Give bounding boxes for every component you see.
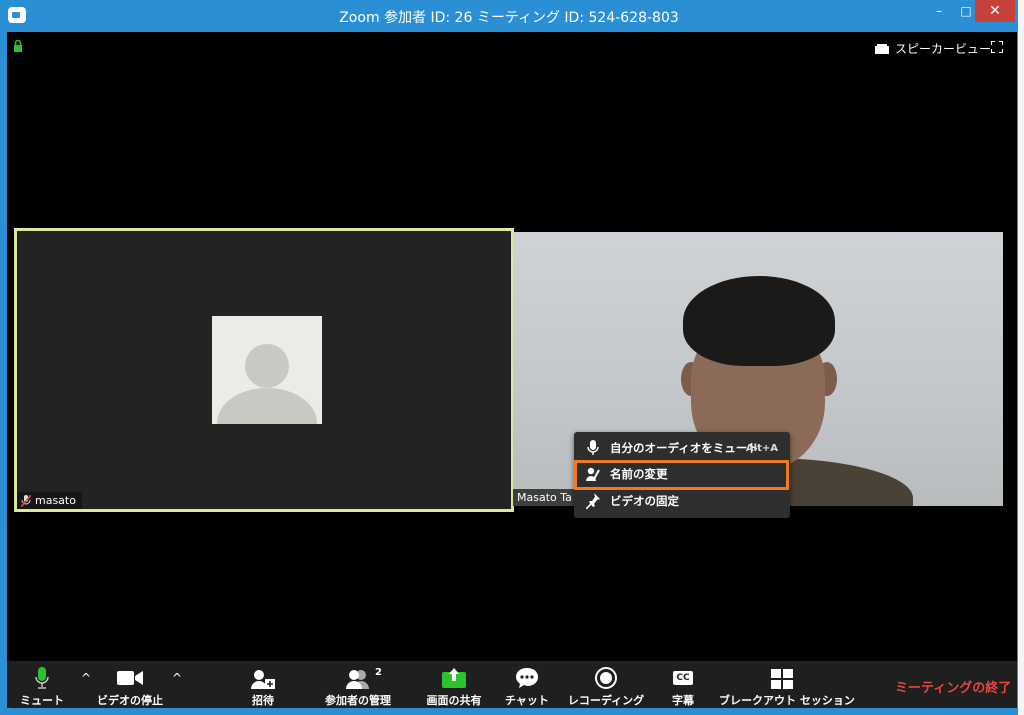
record-icon xyxy=(595,667,617,689)
lock-icon[interactable] xyxy=(13,40,23,52)
participant-name-label: masato xyxy=(17,492,82,509)
stop-video-button[interactable]: ビデオの停止 xyxy=(95,661,165,708)
participants-icon xyxy=(346,670,369,689)
captions-button[interactable]: CC 字幕 xyxy=(663,661,703,708)
fullscreen-icon[interactable] xyxy=(991,41,1003,53)
video-camera-icon xyxy=(117,671,143,685)
invite-user-icon xyxy=(251,670,275,689)
chat-bubble-icon xyxy=(516,668,538,688)
video-options-chevron-up-icon[interactable]: ^ xyxy=(172,671,182,685)
share-screen-icon xyxy=(442,668,466,688)
participant-name: masato xyxy=(35,494,76,507)
microphone-icon xyxy=(587,440,599,455)
title-bar: Zoom 参加者 ID: 26 ミーティング ID: 524-628-803 –… xyxy=(0,0,1018,32)
window-title: Zoom 参加者 ID: 26 ミーティング ID: 524-628-803 xyxy=(339,10,679,26)
pin-icon xyxy=(586,493,600,509)
mute-button[interactable]: ミュート xyxy=(15,661,69,708)
share-screen-button[interactable]: 画面の共有 xyxy=(417,661,491,708)
end-meeting-button[interactable]: ミーティングの終了 xyxy=(895,677,1011,696)
menu-item-pin-video[interactable]: ビデオの固定 xyxy=(574,488,790,514)
zoom-window: Zoom 参加者 ID: 26 ミーティング ID: 524-628-803 –… xyxy=(0,0,1018,715)
menu-item-mute-my-audio[interactable]: 自分のオーディオをミュート Alt+A xyxy=(574,435,790,461)
speaker-view-label: スピーカービュー xyxy=(895,42,992,56)
manage-participants-button[interactable]: 2 参加者の管理 xyxy=(313,661,403,708)
meeting-area: スピーカービュー masato Masato Ta 自分のオーディオをミュート … xyxy=(7,32,1017,708)
breakout-grid-icon xyxy=(771,669,793,689)
chat-button[interactable]: チャット xyxy=(503,661,551,708)
speaker-view-icon xyxy=(875,43,889,54)
closed-captions-icon: CC xyxy=(673,671,693,685)
close-button[interactable]: ✕ xyxy=(975,0,1015,22)
muted-mic-icon xyxy=(21,494,31,507)
minimize-button[interactable]: – xyxy=(926,0,952,22)
speaker-view-button[interactable]: スピーカービュー xyxy=(875,40,991,57)
avatar-placeholder xyxy=(212,316,322,424)
audio-options-chevron-up-icon[interactable]: ^ xyxy=(81,671,91,685)
background-desktop-strip xyxy=(1018,0,1024,715)
invite-button[interactable]: 招待 xyxy=(243,661,283,708)
recording-button[interactable]: レコーディング xyxy=(565,661,647,708)
rename-highlight-box xyxy=(574,460,789,490)
microphone-icon xyxy=(35,667,49,689)
video-tile-masato[interactable]: masato xyxy=(14,228,514,512)
participant-name-label: Masato Ta xyxy=(513,489,576,506)
participants-count-badge: 2 xyxy=(375,667,382,678)
meeting-toolbar: ミュート ^ ビデオの停止 ^ 招待 2 参加者の管理 画面の共有 チャット レ… xyxy=(7,661,1017,708)
breakout-sessions-button[interactable]: ブレークアウト セッション xyxy=(719,661,855,708)
shortcut-label: Alt+A xyxy=(745,442,778,454)
